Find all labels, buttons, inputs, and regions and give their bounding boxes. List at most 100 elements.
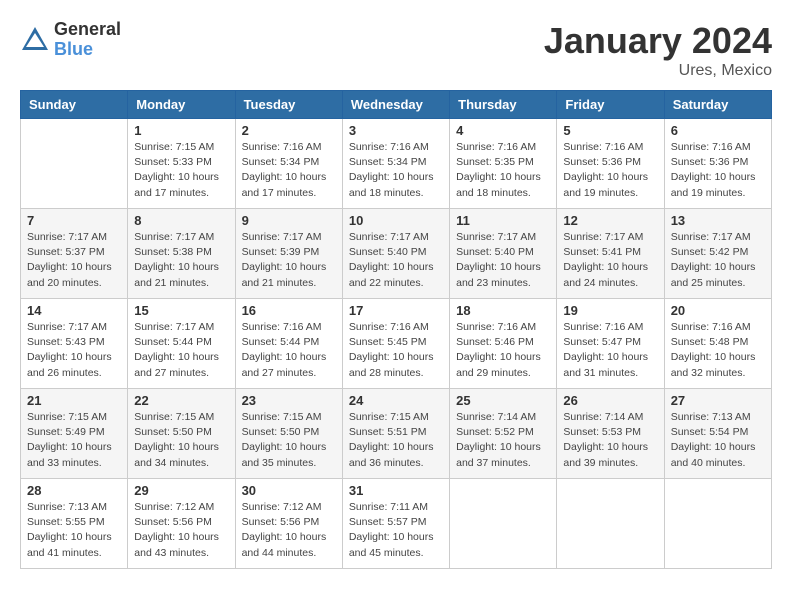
table-row: 18 Sunrise: 7:16 AMSunset: 5:46 PMDaylig… [450, 299, 557, 389]
table-row: 1 Sunrise: 7:15 AMSunset: 5:33 PMDayligh… [128, 119, 235, 209]
day-number: 3 [349, 123, 443, 138]
table-row: 2 Sunrise: 7:16 AMSunset: 5:34 PMDayligh… [235, 119, 342, 209]
day-number: 10 [349, 213, 443, 228]
weekday-header-row: Sunday Monday Tuesday Wednesday Thursday… [21, 91, 772, 119]
month-year: January 2024 [544, 20, 772, 62]
day-number: 18 [456, 303, 550, 318]
day-detail: Sunrise: 7:16 AMSunset: 5:34 PMDaylight:… [242, 140, 336, 201]
day-number: 2 [242, 123, 336, 138]
table-row: 29 Sunrise: 7:12 AMSunset: 5:56 PMDaylig… [128, 479, 235, 569]
day-number: 29 [134, 483, 228, 498]
table-row: 15 Sunrise: 7:17 AMSunset: 5:44 PMDaylig… [128, 299, 235, 389]
day-detail: Sunrise: 7:16 AMSunset: 5:34 PMDaylight:… [349, 140, 443, 201]
day-detail: Sunrise: 7:17 AMSunset: 5:40 PMDaylight:… [349, 230, 443, 291]
table-row: 4 Sunrise: 7:16 AMSunset: 5:35 PMDayligh… [450, 119, 557, 209]
day-number: 4 [456, 123, 550, 138]
day-detail: Sunrise: 7:17 AMSunset: 5:44 PMDaylight:… [134, 320, 228, 381]
day-number: 11 [456, 213, 550, 228]
table-row: 20 Sunrise: 7:16 AMSunset: 5:48 PMDaylig… [664, 299, 771, 389]
day-number: 17 [349, 303, 443, 318]
calendar-week-row: 21 Sunrise: 7:15 AMSunset: 5:49 PMDaylig… [21, 389, 772, 479]
day-detail: Sunrise: 7:17 AMSunset: 5:39 PMDaylight:… [242, 230, 336, 291]
day-detail: Sunrise: 7:17 AMSunset: 5:37 PMDaylight:… [27, 230, 121, 291]
header-saturday: Saturday [664, 91, 771, 119]
day-detail: Sunrise: 7:12 AMSunset: 5:56 PMDaylight:… [242, 500, 336, 561]
table-row: 10 Sunrise: 7:17 AMSunset: 5:40 PMDaylig… [342, 209, 449, 299]
calendar-week-row: 14 Sunrise: 7:17 AMSunset: 5:43 PMDaylig… [21, 299, 772, 389]
table-row: 21 Sunrise: 7:15 AMSunset: 5:49 PMDaylig… [21, 389, 128, 479]
day-detail: Sunrise: 7:15 AMSunset: 5:50 PMDaylight:… [242, 410, 336, 471]
logo-text: General Blue [54, 20, 121, 60]
table-row: 6 Sunrise: 7:16 AMSunset: 5:36 PMDayligh… [664, 119, 771, 209]
table-row: 9 Sunrise: 7:17 AMSunset: 5:39 PMDayligh… [235, 209, 342, 299]
table-row: 31 Sunrise: 7:11 AMSunset: 5:57 PMDaylig… [342, 479, 449, 569]
day-number: 19 [563, 303, 657, 318]
day-detail: Sunrise: 7:15 AMSunset: 5:51 PMDaylight:… [349, 410, 443, 471]
day-detail: Sunrise: 7:14 AMSunset: 5:53 PMDaylight:… [563, 410, 657, 471]
day-detail: Sunrise: 7:13 AMSunset: 5:54 PMDaylight:… [671, 410, 765, 471]
day-detail: Sunrise: 7:11 AMSunset: 5:57 PMDaylight:… [349, 500, 443, 561]
day-detail: Sunrise: 7:16 AMSunset: 5:48 PMDaylight:… [671, 320, 765, 381]
table-row: 24 Sunrise: 7:15 AMSunset: 5:51 PMDaylig… [342, 389, 449, 479]
day-number: 5 [563, 123, 657, 138]
day-number: 7 [27, 213, 121, 228]
day-detail: Sunrise: 7:16 AMSunset: 5:44 PMDaylight:… [242, 320, 336, 381]
table-row: 7 Sunrise: 7:17 AMSunset: 5:37 PMDayligh… [21, 209, 128, 299]
table-row: 26 Sunrise: 7:14 AMSunset: 5:53 PMDaylig… [557, 389, 664, 479]
day-detail: Sunrise: 7:16 AMSunset: 5:36 PMDaylight:… [563, 140, 657, 201]
day-number: 30 [242, 483, 336, 498]
day-number: 25 [456, 393, 550, 408]
day-detail: Sunrise: 7:15 AMSunset: 5:33 PMDaylight:… [134, 140, 228, 201]
day-number: 14 [27, 303, 121, 318]
table-row: 23 Sunrise: 7:15 AMSunset: 5:50 PMDaylig… [235, 389, 342, 479]
calendar-table: Sunday Monday Tuesday Wednesday Thursday… [20, 90, 772, 569]
day-number: 6 [671, 123, 765, 138]
table-row [664, 479, 771, 569]
header-wednesday: Wednesday [342, 91, 449, 119]
calendar-week-row: 7 Sunrise: 7:17 AMSunset: 5:37 PMDayligh… [21, 209, 772, 299]
logo-blue: Blue [54, 40, 121, 60]
day-number: 12 [563, 213, 657, 228]
header-tuesday: Tuesday [235, 91, 342, 119]
day-detail: Sunrise: 7:12 AMSunset: 5:56 PMDaylight:… [134, 500, 228, 561]
table-row: 19 Sunrise: 7:16 AMSunset: 5:47 PMDaylig… [557, 299, 664, 389]
table-row: 13 Sunrise: 7:17 AMSunset: 5:42 PMDaylig… [664, 209, 771, 299]
day-detail: Sunrise: 7:17 AMSunset: 5:43 PMDaylight:… [27, 320, 121, 381]
day-number: 16 [242, 303, 336, 318]
header-friday: Friday [557, 91, 664, 119]
day-number: 13 [671, 213, 765, 228]
day-detail: Sunrise: 7:17 AMSunset: 5:41 PMDaylight:… [563, 230, 657, 291]
day-number: 1 [134, 123, 228, 138]
header-thursday: Thursday [450, 91, 557, 119]
day-number: 31 [349, 483, 443, 498]
table-row: 16 Sunrise: 7:16 AMSunset: 5:44 PMDaylig… [235, 299, 342, 389]
day-detail: Sunrise: 7:16 AMSunset: 5:36 PMDaylight:… [671, 140, 765, 201]
table-row: 22 Sunrise: 7:15 AMSunset: 5:50 PMDaylig… [128, 389, 235, 479]
day-number: 15 [134, 303, 228, 318]
logo: General Blue [20, 20, 121, 60]
table-row [21, 119, 128, 209]
calendar-week-row: 28 Sunrise: 7:13 AMSunset: 5:55 PMDaylig… [21, 479, 772, 569]
header-monday: Monday [128, 91, 235, 119]
day-detail: Sunrise: 7:15 AMSunset: 5:50 PMDaylight:… [134, 410, 228, 471]
day-number: 28 [27, 483, 121, 498]
table-row: 17 Sunrise: 7:16 AMSunset: 5:45 PMDaylig… [342, 299, 449, 389]
calendar-week-row: 1 Sunrise: 7:15 AMSunset: 5:33 PMDayligh… [21, 119, 772, 209]
day-detail: Sunrise: 7:15 AMSunset: 5:49 PMDaylight:… [27, 410, 121, 471]
day-number: 22 [134, 393, 228, 408]
table-row [450, 479, 557, 569]
day-detail: Sunrise: 7:14 AMSunset: 5:52 PMDaylight:… [456, 410, 550, 471]
logo-general: General [54, 20, 121, 40]
day-number: 24 [349, 393, 443, 408]
table-row: 12 Sunrise: 7:17 AMSunset: 5:41 PMDaylig… [557, 209, 664, 299]
table-row [557, 479, 664, 569]
day-detail: Sunrise: 7:16 AMSunset: 5:46 PMDaylight:… [456, 320, 550, 381]
day-number: 21 [27, 393, 121, 408]
day-detail: Sunrise: 7:17 AMSunset: 5:38 PMDaylight:… [134, 230, 228, 291]
day-detail: Sunrise: 7:16 AMSunset: 5:47 PMDaylight:… [563, 320, 657, 381]
table-row: 11 Sunrise: 7:17 AMSunset: 5:40 PMDaylig… [450, 209, 557, 299]
logo-icon [20, 25, 50, 55]
day-number: 20 [671, 303, 765, 318]
day-number: 26 [563, 393, 657, 408]
day-detail: Sunrise: 7:13 AMSunset: 5:55 PMDaylight:… [27, 500, 121, 561]
